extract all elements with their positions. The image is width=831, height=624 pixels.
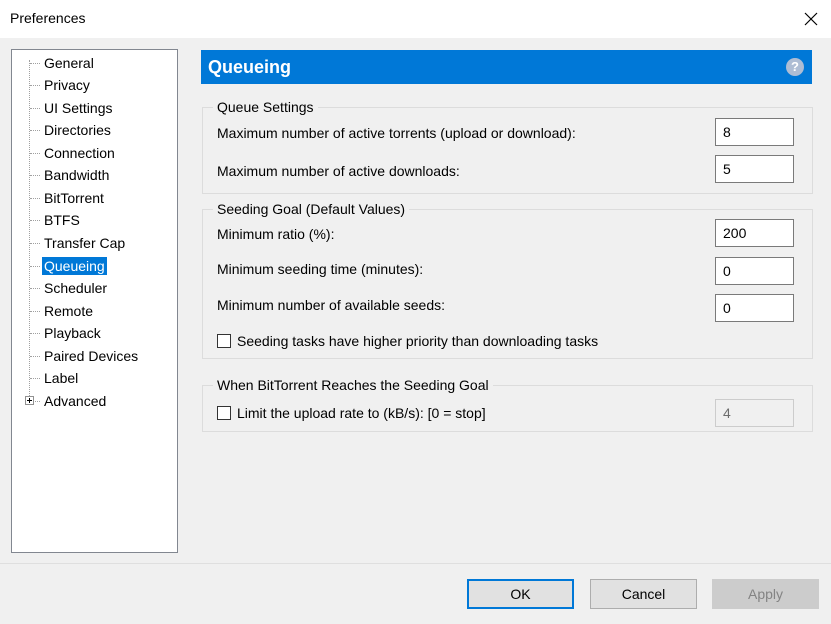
min-ratio-label: Minimum ratio (%):: [217, 226, 335, 242]
tree-item-label: Privacy: [44, 77, 90, 93]
tree-item-transfer-cap[interactable]: Transfer Cap: [12, 233, 172, 253]
close-icon: [804, 12, 818, 26]
queue-settings-group: Queue Settings Maximum number of active …: [202, 98, 813, 194]
tree-item-bittorrent[interactable]: BitTorrent: [12, 188, 172, 208]
seeding-goal-group: Seeding Goal (Default Values) Minimum ra…: [202, 200, 813, 359]
help-icon[interactable]: ?: [786, 58, 804, 76]
expand-plus-icon[interactable]: [25, 396, 34, 405]
tree-item-remote[interactable]: Remote: [12, 301, 172, 321]
min-seeding-time-label: Minimum seeding time (minutes):: [217, 261, 424, 277]
max-active-torrents-label: Maximum number of active torrents (uploa…: [217, 125, 576, 141]
min-seeds-input[interactable]: 0: [715, 294, 794, 322]
reach-goal-group: When BitTorrent Reaches the Seeding Goal…: [202, 376, 813, 432]
tree-item-label: General: [44, 55, 94, 71]
tree-item-scheduler[interactable]: Scheduler: [12, 278, 172, 298]
tree-item-label: Bandwidth: [44, 167, 110, 183]
tree-item-label: Playback: [44, 325, 101, 341]
tree-item-label: Label: [44, 370, 79, 386]
tree-item-label-settings[interactable]: Label: [12, 368, 172, 388]
tree-item-label: Connection: [44, 145, 115, 161]
seeding-priority-label: Seeding tasks have higher priority than …: [237, 333, 599, 349]
tree-item-label: Directories: [44, 122, 111, 138]
panel-header: Queueing ?: [201, 50, 812, 84]
tree-item-label: Paired Devices: [44, 348, 139, 364]
tree-item-general[interactable]: General: [12, 53, 172, 73]
tree-item-ui-settings[interactable]: UI Settings: [12, 98, 172, 118]
group-title: Seeding Goal (Default Values): [213, 200, 410, 218]
tree-item-label: BTFS: [44, 212, 80, 228]
checkbox-box[interactable]: [217, 406, 231, 420]
group-title: Queue Settings: [213, 98, 318, 116]
window-title: Preferences: [10, 10, 86, 26]
min-seeding-time-input[interactable]: 0: [715, 257, 794, 285]
tree-item-label: Advanced: [44, 393, 107, 409]
tree-item-directories[interactable]: Directories: [12, 120, 172, 140]
close-button[interactable]: [791, 0, 831, 38]
tree-item-connection[interactable]: Connection: [12, 143, 172, 163]
tree-item-label: Queueing: [42, 257, 107, 275]
panel-title: Queueing: [208, 57, 292, 77]
tree-item-bandwidth[interactable]: Bandwidth: [12, 165, 172, 185]
tree-item-privacy[interactable]: Privacy: [12, 75, 172, 95]
tree-item-label: Remote: [44, 303, 94, 319]
tree-item-label: UI Settings: [44, 100, 113, 116]
min-seeds-label: Minimum number of available seeds:: [217, 297, 445, 313]
group-title: When BitTorrent Reaches the Seeding Goal: [213, 376, 493, 394]
dialog-footer: OK Cancel Apply: [0, 563, 831, 624]
tree-item-btfs[interactable]: BTFS: [12, 210, 172, 230]
apply-button: Apply: [712, 579, 819, 609]
tree-item-label: Transfer Cap: [44, 235, 126, 251]
cancel-button[interactable]: Cancel: [590, 579, 697, 609]
ok-button[interactable]: OK: [467, 579, 574, 609]
limit-upload-rate-input: 4: [715, 399, 794, 427]
max-active-downloads-label: Maximum number of active downloads:: [217, 163, 460, 179]
tree-item-playback[interactable]: Playback: [12, 323, 172, 343]
preferences-tree[interactable]: General Privacy UI Settings Directories …: [11, 49, 178, 553]
limit-upload-label: Limit the upload rate to (kB/s): [0 = st…: [237, 405, 486, 421]
min-ratio-input[interactable]: 200: [715, 219, 794, 247]
seeding-priority-checkbox[interactable]: Seeding tasks have higher priority than …: [217, 333, 598, 349]
max-active-downloads-input[interactable]: 5: [715, 155, 794, 183]
checkbox-box[interactable]: [217, 334, 231, 348]
max-active-torrents-input[interactable]: 8: [715, 118, 794, 146]
title-bar: Preferences: [0, 0, 831, 38]
tree-item-label: BitTorrent: [44, 190, 104, 206]
tree-item-advanced[interactable]: Advanced: [12, 391, 172, 411]
limit-upload-checkbox[interactable]: Limit the upload rate to (kB/s): [0 = st…: [217, 405, 486, 421]
tree-item-paired-devices[interactable]: Paired Devices: [12, 346, 172, 366]
tree-item-label: Scheduler: [44, 280, 108, 296]
tree-item-queueing[interactable]: Queueing: [12, 256, 172, 276]
